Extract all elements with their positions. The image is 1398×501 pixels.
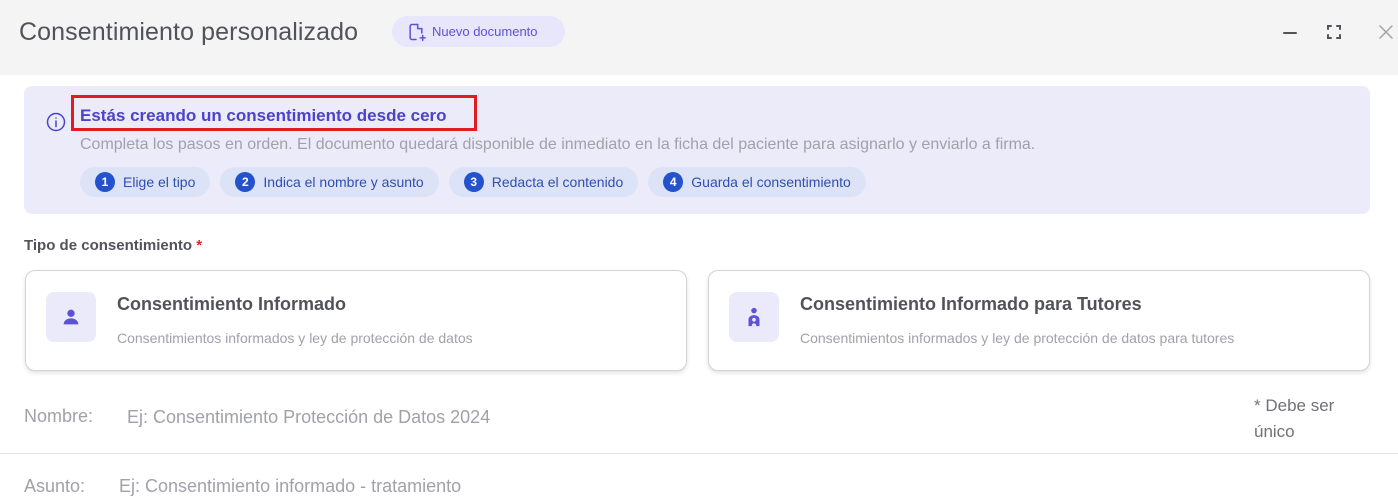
info-banner: Estás creando un consentimiento desde ce… [24, 86, 1370, 214]
parent-child-icon [748, 307, 760, 327]
name-label: Nombre: [24, 406, 94, 426]
new-document-badge: Nuevo documento [392, 16, 565, 47]
name-input[interactable] [127, 402, 1227, 432]
step-label: Indica el nombre y asunto [263, 174, 424, 190]
info-icon [46, 112, 66, 132]
name-unique-hint: * Debe ser único [1254, 396, 1335, 441]
info-description: Completa los pasos en orden. El document… [80, 136, 1036, 153]
minimize-icon [1283, 32, 1297, 34]
card-icon-box [46, 292, 96, 342]
info-title: Estás creando un consentimiento desde ce… [80, 106, 447, 125]
close-icon [1379, 25, 1393, 39]
step-number: 4 [663, 172, 684, 192]
step-choose-type: 1 Elige el tipo [80, 167, 211, 197]
file-plus-icon [409, 23, 426, 41]
option-informed-consent-tutors[interactable]: Consentimiento Informado para Tutores Co… [708, 270, 1370, 371]
step-name-subject: 2 Indica el nombre y asunto [220, 167, 439, 197]
minimize-button[interactable] [1280, 22, 1300, 42]
subject-label: Asunto: [24, 476, 86, 496]
fullscreen-icon [1327, 25, 1341, 39]
step-save: 4 Guarda el consentimiento [648, 167, 866, 197]
steps-list: 1 Elige el tipo 2 Indica el nombre y asu… [80, 167, 866, 197]
step-label: Elige el tipo [123, 174, 196, 190]
fullscreen-button[interactable] [1324, 22, 1344, 42]
card-icon-box [729, 292, 779, 342]
option-title: Consentimiento Informado [117, 294, 346, 314]
badge-label: Nuevo documento [432, 24, 538, 39]
option-subtitle: Consentimientos informados y ley de prot… [800, 330, 1235, 346]
option-informed-consent[interactable]: Consentimiento Informado Consentimientos… [25, 270, 687, 371]
close-button[interactable] [1376, 22, 1396, 42]
step-number: 1 [95, 172, 115, 192]
step-number: 2 [235, 172, 256, 192]
consent-type-label-text: Tipo de consentimiento [24, 237, 193, 254]
step-write-content: 3 Redacta el contenido [448, 167, 639, 197]
field-divider [0, 453, 1398, 454]
option-subtitle: Consentimientos informados y ley de prot… [117, 330, 473, 346]
step-number: 3 [463, 172, 484, 192]
required-mark: * [196, 237, 203, 254]
modal-title: Consentimiento personalizado [19, 18, 359, 46]
step-label: Guarda el consentimiento [691, 174, 851, 190]
consent-type-label: Tipo de consentimiento * [24, 237, 202, 254]
subject-input[interactable] [119, 472, 1219, 500]
step-label: Redacta el contenido [491, 174, 624, 190]
modal-header: Consentimiento personalizado Nuevo docum… [0, 0, 1398, 75]
option-title: Consentimiento Informado para Tutores [800, 294, 1142, 314]
user-icon [63, 309, 79, 325]
